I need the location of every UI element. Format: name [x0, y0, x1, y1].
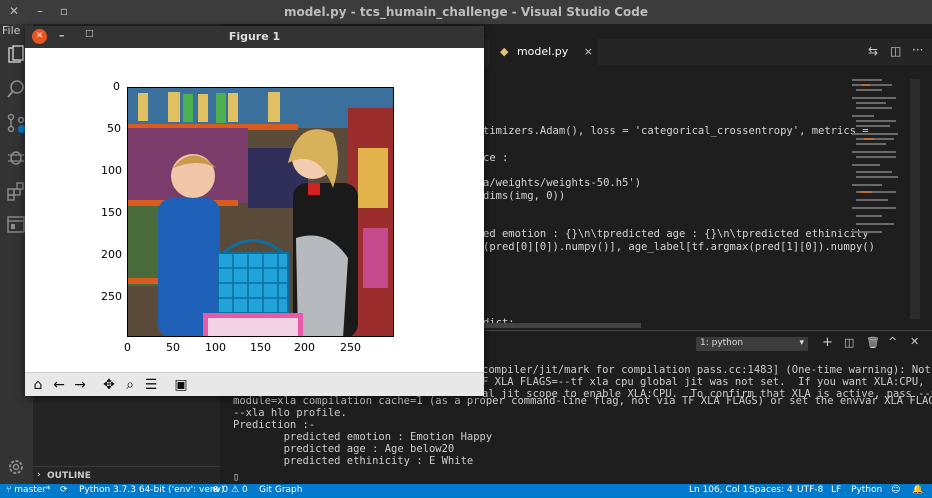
- y-tick-label: 50: [107, 122, 121, 135]
- window-title: model.py - tcs_humain_challenge - Visual…: [283, 5, 649, 19]
- maximize-panel-icon[interactable]: ^: [888, 335, 897, 348]
- outline-section[interactable]: › OUTLINE: [33, 466, 220, 484]
- terminal-line: Prediction :-: [233, 419, 316, 431]
- terminal-line: --xla hlo profile.: [233, 407, 347, 419]
- code-line[interactable]: dims(img, 0)): [483, 190, 565, 202]
- git-branch[interactable]: ⑂ master*: [6, 485, 51, 495]
- close-tab-icon[interactable]: ×: [584, 45, 593, 58]
- figure-title-bar: ✕ – □ Figure 1: [25, 26, 484, 48]
- warning-icon: ⚠: [231, 485, 240, 495]
- open-changes-icon[interactable]: ⇆: [868, 44, 878, 58]
- y-tick-label: 0: [113, 80, 120, 93]
- feedback-icon[interactable]: ☺: [891, 485, 900, 495]
- terminal-line: module=xla compilation cache=1 (as a pro…: [233, 395, 932, 407]
- plot-axes[interactable]: [127, 87, 394, 337]
- configure-subplots-icon[interactable]: ☰: [142, 376, 160, 394]
- notifications-bell-icon[interactable]: 🔔: [912, 485, 923, 495]
- figure-window[interactable]: ✕ – □ Figure 1 0 50 100 150 200 250 0 50…: [25, 26, 484, 396]
- x-tick-label: 150: [250, 341, 271, 354]
- more-actions-icon[interactable]: ···: [912, 43, 923, 57]
- extensions-icon[interactable]: [5, 180, 27, 202]
- forward-arrow-icon[interactable]: →: [71, 376, 89, 394]
- search-icon[interactable]: [5, 78, 27, 100]
- remote-explorer-icon[interactable]: [5, 214, 27, 236]
- sync-icon[interactable]: ⟳: [60, 485, 68, 495]
- title-bar: ✕ – ▫ model.py - tcs_humain_challenge - …: [0, 0, 932, 24]
- indentation[interactable]: Spaces: 4: [749, 485, 793, 495]
- x-tick-label: 50: [166, 341, 180, 354]
- outline-label: OUTLINE: [47, 471, 91, 481]
- split-editor-icon[interactable]: ◫: [890, 44, 901, 58]
- y-tick-label: 100: [101, 164, 122, 177]
- menu-file[interactable]: File: [2, 24, 20, 37]
- trash-icon[interactable]: 🗑: [866, 336, 880, 349]
- chevron-down-icon: ▾: [799, 338, 804, 348]
- back-arrow-icon[interactable]: ←: [50, 376, 68, 394]
- python-file-icon: ◆: [500, 45, 509, 58]
- git-graph[interactable]: Git Graph: [259, 485, 302, 495]
- terminal-line: predicted age : Age below20: [233, 443, 455, 455]
- explorer-icon[interactable]: [5, 44, 27, 66]
- new-terminal-icon[interactable]: +: [822, 335, 833, 350]
- figure-title: Figure 1: [228, 30, 281, 43]
- terminal-cursor: ▯: [233, 471, 240, 483]
- code-line[interactable]: timizers.Adam(), loss = 'categorical_cro…: [483, 125, 869, 137]
- save-figure-icon[interactable]: ▣: [172, 376, 190, 394]
- end-of-line[interactable]: LF: [831, 485, 841, 495]
- x-tick-label: 0: [124, 341, 131, 354]
- code-line[interactable]: ce :: [483, 152, 508, 164]
- python-interpreter[interactable]: Python 3.7.3 64-bit ('env': venv): [79, 485, 224, 495]
- terminal-line: predicted emotion : Emotion Happy: [233, 431, 493, 443]
- photo-store-scene: [128, 88, 393, 336]
- terminal-line: predicted ethinicity : E White: [233, 455, 474, 467]
- encoding[interactable]: UTF-8: [797, 485, 823, 495]
- zoom-icon[interactable]: ⌕: [121, 376, 139, 394]
- language-mode[interactable]: Python: [851, 485, 882, 495]
- chevron-right-icon: ›: [37, 470, 41, 480]
- debug-icon[interactable]: [5, 146, 27, 168]
- y-tick-label: 250: [101, 290, 122, 303]
- cursor-position[interactable]: Ln 106, Col 1: [689, 485, 748, 495]
- home-icon[interactable]: ⌂: [29, 376, 47, 394]
- code-line[interactable]: ed emotion : {}\n\tpredicted age : {}\n\…: [483, 228, 869, 240]
- split-terminal-icon[interactable]: ◫: [844, 336, 854, 349]
- y-tick-label: 150: [101, 206, 122, 219]
- horizontal-scrollbar[interactable]: [483, 323, 641, 328]
- problems-indicator[interactable]: ⊗ 0 ⚠ 0: [212, 485, 248, 495]
- error-icon: ⊗: [212, 485, 220, 495]
- minimap[interactable]: [852, 79, 902, 269]
- figure-toolbar: ⌂ ← → ✥ ⌕ ☰ ▣: [25, 372, 484, 396]
- terminal-line: F XLA FLAGS=--tf xla cpu global jit was …: [482, 376, 925, 388]
- code-line[interactable]: a/weights/weights-50.h5'): [483, 177, 641, 189]
- pan-icon[interactable]: ✥: [100, 376, 118, 394]
- tab-label: model.py: [516, 45, 569, 58]
- x-tick-label: 250: [340, 341, 361, 354]
- editor-scrollbar[interactable]: [910, 79, 920, 319]
- x-tick-label: 200: [294, 341, 315, 354]
- y-tick-label: 200: [101, 248, 122, 261]
- settings-gear-icon[interactable]: [5, 456, 27, 478]
- status-bar: ⑂ master* ⟳ Python 3.7.3 64-bit ('env': …: [0, 484, 932, 498]
- close-panel-icon[interactable]: ✕: [910, 335, 919, 348]
- source-control-icon[interactable]: [5, 112, 27, 134]
- code-line[interactable]: (pred[0][0]).numpy()], age_label[tf.argm…: [483, 241, 875, 253]
- terminal-select[interactable]: 1: python ▾: [696, 337, 808, 351]
- terminal-line: compiler/jit/mark for compilation pass.c…: [482, 364, 931, 376]
- x-tick-label: 100: [205, 341, 226, 354]
- branch-icon: ⑂: [6, 485, 12, 495]
- tab-model-py[interactable]: ◆ model.py ×: [490, 39, 598, 65]
